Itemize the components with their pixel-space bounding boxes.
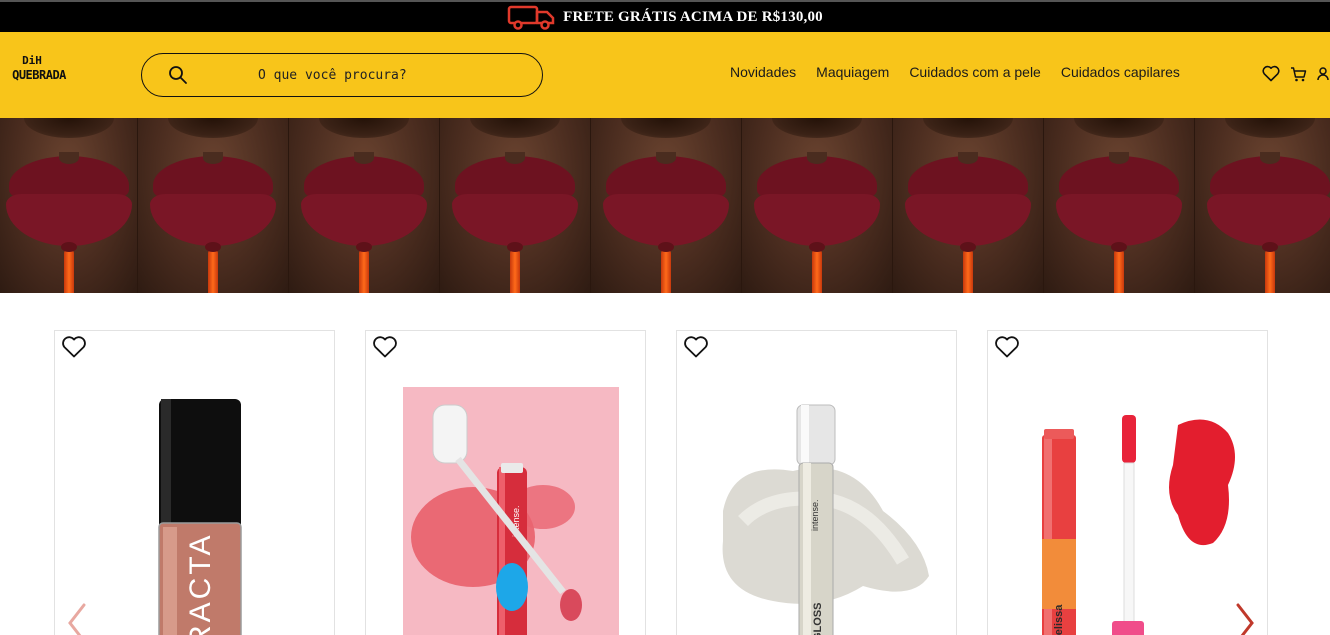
heart-outline-icon[interactable] [61,335,87,359]
svg-text:intense.: intense. [810,499,820,531]
banner-tile [138,118,289,293]
search-bar [141,53,543,97]
banner-tile [742,118,893,293]
heart-icon[interactable] [1262,65,1280,87]
main-nav: Novidades Maquiagem Cuidados com a pele … [730,64,1180,80]
truck-icon [507,5,555,30]
banner-tile [289,118,440,293]
product-brand-text: GLOSS [812,602,824,635]
heart-outline-icon[interactable] [994,335,1020,359]
product-image[interactable]: intense. [403,387,619,635]
heart-outline-icon[interactable] [683,335,709,359]
banner-tile [893,118,1044,293]
nav-novidades[interactable]: Novidades [730,64,796,80]
logo-line-1: DiH [22,54,42,67]
product-brand-text: melissa [1053,604,1065,635]
nav-maquiagem[interactable]: Maquiagem [816,64,889,80]
banner-tile [440,118,591,293]
product-card[interactable]: intense. GLOSS [676,330,957,635]
header-actions [1262,65,1329,87]
search-input[interactable] [258,64,528,86]
chevron-left-icon[interactable] [62,603,92,635]
nav-cuidados-capilares[interactable]: Cuidados capilares [1061,64,1180,80]
announcement-bar: FRETE GRÁTIS ACIMA DE R$130,00 [0,0,1330,32]
banner-tile [591,118,742,293]
product-card[interactable]: RACTA [54,330,335,635]
product-card[interactable]: melissa [987,330,1268,635]
product-image[interactable]: intense. GLOSS [713,401,933,635]
search-icon[interactable] [168,65,188,85]
user-icon[interactable] [1317,66,1329,86]
banner-tile [1044,118,1195,293]
chevron-right-icon[interactable] [1230,603,1260,635]
product-card[interactable]: intense. [365,330,646,635]
product-brand-text: RACTA [184,533,217,635]
nav-cuidados-pele[interactable]: Cuidados com a pele [909,64,1041,80]
cart-icon[interactable] [1290,66,1307,87]
logo-line-2: QUEBRADA [12,68,66,82]
product-image[interactable]: melissa [1028,415,1248,635]
free-shipping-text: FRETE GRÁTIS ACIMA DE R$130,00 [563,8,823,25]
product-image[interactable]: RACTA [155,397,245,635]
site-logo[interactable]: DiH QUEBRADA [6,54,72,90]
banner-tile [0,118,138,293]
heart-outline-icon[interactable] [372,335,398,359]
product-carousel: RACTA intense. intense. GLOSS melissa [0,293,1330,635]
site-header: DiH QUEBRADA Novidades Maquiagem Cuidado… [0,32,1330,118]
hero-banner[interactable] [0,118,1330,293]
banner-tile [1195,118,1330,293]
